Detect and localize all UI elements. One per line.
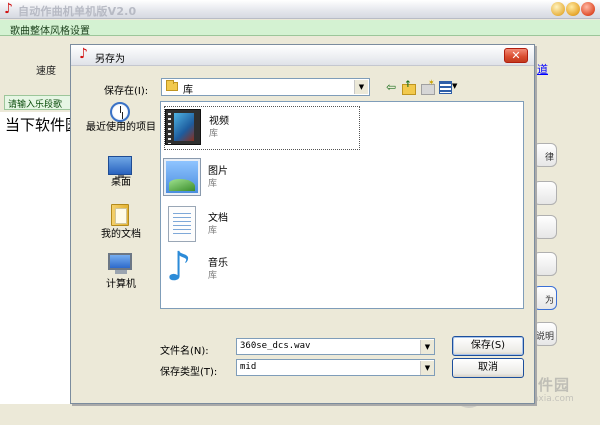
chevron-down-icon[interactable]: ▼ xyxy=(420,340,434,354)
file-type-dropdown[interactable]: mid xyxy=(236,359,435,376)
document-library-icon xyxy=(168,206,196,242)
item-name: 文档 xyxy=(208,213,228,224)
library-folder-icon xyxy=(166,80,178,91)
music-library-icon xyxy=(164,245,200,289)
save-as-dialog: ♪ 另存为 ✕ 保存在(I): 库 ▼ ⇦ 最近使用的项目 桌面 我的文档 计算… xyxy=(70,44,535,404)
side-button-5[interactable]: 为 xyxy=(533,286,557,310)
places-bar: 最近使用的项目 桌面 我的文档 计算机 xyxy=(86,101,156,294)
save-in-dropdown[interactable]: 库 ▼ xyxy=(161,78,370,96)
maximize-button[interactable] xyxy=(566,2,580,16)
file-name-label: 文件名(N): xyxy=(160,346,209,357)
minimize-button[interactable] xyxy=(551,2,565,16)
cancel-button[interactable]: 取消 xyxy=(452,358,524,378)
speed-label: 速度 xyxy=(36,66,56,77)
file-type-label: 保存类型(T): xyxy=(160,367,218,378)
desktop-icon xyxy=(108,156,132,178)
video-library-icon xyxy=(165,109,201,145)
app-title: 自动作曲机单机版V2.0 xyxy=(18,5,137,18)
back-arrow-icon[interactable]: ⇦ xyxy=(384,80,398,94)
chevron-down-icon[interactable]: ▼ xyxy=(354,80,368,94)
new-folder-icon[interactable] xyxy=(420,78,435,95)
list-item-documents[interactable]: 文档 库 xyxy=(164,204,360,248)
place-desktop[interactable]: 桌面 xyxy=(86,154,156,194)
my-documents-icon xyxy=(111,204,129,226)
music-note-icon: ♪ xyxy=(79,46,88,62)
file-list[interactable]: 视频 库 图片 库 文档 库 音乐 库 xyxy=(160,101,524,309)
dialog-close-button[interactable]: ✕ xyxy=(504,48,528,63)
save-button[interactable]: 保存(S) xyxy=(452,336,524,356)
list-item-pictures[interactable]: 图片 库 xyxy=(163,157,360,201)
picture-library-icon xyxy=(163,158,201,196)
main-panel-text: 当下软件园 xyxy=(5,116,71,134)
melody-input-label: 请输入乐段歌 xyxy=(8,100,63,110)
menu-bar: 歌曲整体风格设置 xyxy=(0,20,600,37)
item-name: 图片 xyxy=(208,166,228,177)
menu-item-style-settings[interactable]: 歌曲整体风格设置 xyxy=(10,22,90,37)
item-type: 库 xyxy=(208,179,218,189)
side-button-6[interactable]: 说明 xyxy=(533,322,557,346)
place-label: 桌面 xyxy=(111,177,131,188)
item-name: 音乐 xyxy=(208,258,228,269)
item-type: 库 xyxy=(208,271,218,281)
side-button-1[interactable]: 律 xyxy=(533,143,557,167)
dialog-title: 另存为 xyxy=(95,54,125,65)
dialog-titlebar: ♪ 另存为 ✕ xyxy=(71,45,534,66)
list-item-music[interactable]: 音乐 库 xyxy=(164,245,360,293)
place-recent-items[interactable]: 最近使用的项目 xyxy=(86,101,156,149)
file-name-field[interactable]: 360se_dcs.wav xyxy=(236,338,435,355)
list-item-videos[interactable]: 视频 库 xyxy=(164,106,360,150)
app-link[interactable]: 道 xyxy=(537,61,548,77)
place-computer[interactable]: 计算机 xyxy=(86,253,156,293)
side-button-4[interactable] xyxy=(533,252,557,276)
computer-icon xyxy=(108,253,132,274)
item-type: 库 xyxy=(209,129,219,139)
item-name: 视频 xyxy=(209,116,229,127)
close-button[interactable] xyxy=(581,2,595,16)
music-note-icon: ♪ xyxy=(4,1,13,17)
place-label: 我的文档 xyxy=(101,229,141,240)
side-button-3[interactable] xyxy=(533,215,557,239)
up-folder-icon[interactable] xyxy=(401,80,416,95)
view-menu-icon[interactable] xyxy=(439,80,461,94)
place-my-documents[interactable]: 我的文档 xyxy=(86,204,156,244)
recent-items-icon xyxy=(110,102,130,122)
app-titlebar: ♪ 自动作曲机单机版V2.0 xyxy=(0,0,600,19)
main-text-panel[interactable] xyxy=(0,112,72,404)
side-button-2[interactable] xyxy=(533,181,557,205)
place-label: 最近使用的项目 xyxy=(86,122,156,133)
save-in-value: 库 xyxy=(183,85,193,96)
chevron-down-icon[interactable]: ▼ xyxy=(420,361,434,375)
save-in-label: 保存在(I): xyxy=(104,86,149,97)
place-label: 计算机 xyxy=(106,279,136,290)
item-type: 库 xyxy=(208,226,218,236)
